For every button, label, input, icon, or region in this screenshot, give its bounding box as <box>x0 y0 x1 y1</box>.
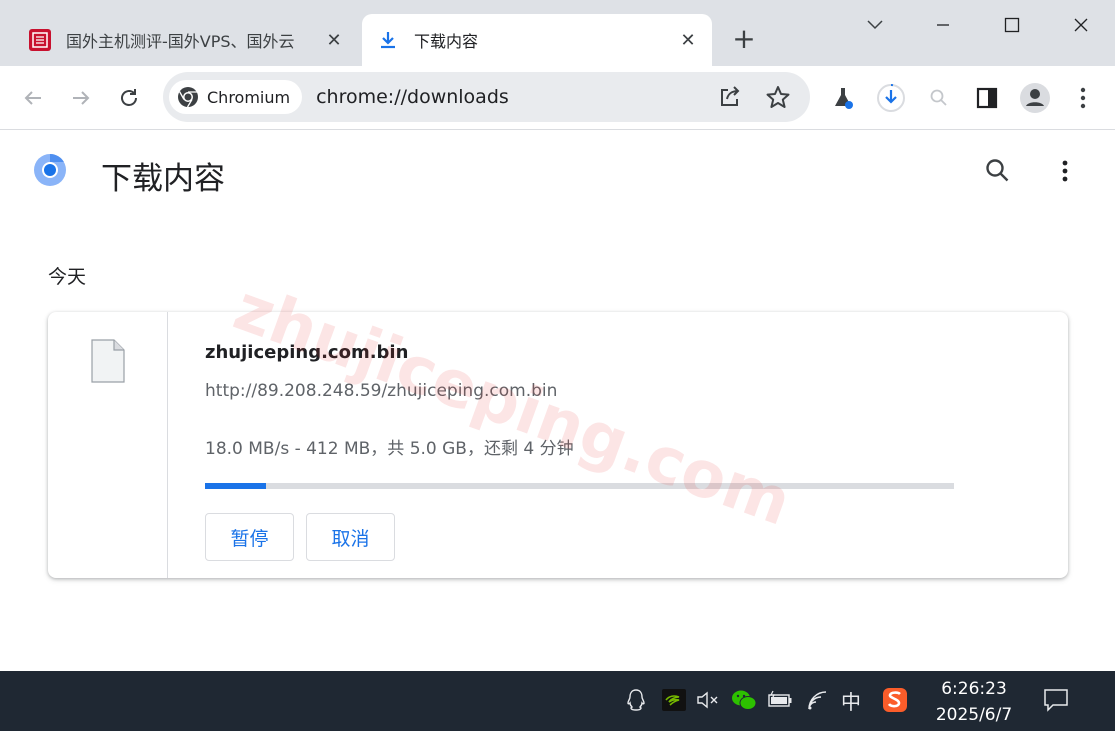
close-icon[interactable]: ✕ <box>674 26 702 54</box>
clock[interactable]: 6:26:23 2025/6/7 <box>930 676 1018 728</box>
browser-menu-icon[interactable] <box>1067 82 1099 114</box>
page-title: 下载内容 <box>101 161 225 197</box>
taskbar: 中 6:26:23 2025/6/7 <box>0 671 1115 731</box>
ime-indicator[interactable]: 中 <box>836 685 866 715</box>
close-window-button[interactable] <box>1066 10 1096 40</box>
profile-avatar-icon[interactable] <box>1019 82 1051 114</box>
new-tab-button[interactable]: + <box>728 24 760 56</box>
share-icon[interactable] <box>714 81 746 113</box>
wechat-icon[interactable] <box>729 685 759 715</box>
clock-time: 6:26:23 <box>941 679 1007 699</box>
wifi-icon[interactable] <box>803 685 833 715</box>
file-icon <box>91 339 125 383</box>
tab-downloads[interactable]: 下载内容 ✕ <box>362 14 712 66</box>
chromium-icon <box>178 87 198 108</box>
labs-flask-icon[interactable] <box>827 82 859 114</box>
reload-button[interactable] <box>113 82 145 114</box>
tab-title: 国外主机测评-国外VPS、国外云 <box>66 32 295 51</box>
maximize-button[interactable] <box>997 10 1027 40</box>
file-icon-column <box>48 312 168 578</box>
bookmark-star-icon[interactable] <box>762 81 794 113</box>
downloads-page: 下载内容 今天 zhujiceping.com.bin http://89.20… <box>0 131 1115 671</box>
download-icon <box>376 28 400 52</box>
qq-icon[interactable] <box>621 685 651 715</box>
toolbar: Chromium chrome://downloads <box>0 66 1115 130</box>
site-logo-icon <box>28 28 52 52</box>
downloads-button[interactable] <box>875 82 907 114</box>
chromium-logo-icon <box>34 153 66 186</box>
tab-zhujiceping[interactable]: 国外主机测评-国外VPS、国外云 ✕ <box>14 14 358 66</box>
sogou-input-icon[interactable] <box>880 685 910 715</box>
back-button[interactable] <box>17 82 49 114</box>
tab-strip: 国外主机测评-国外VPS、国外云 ✕ 下载内容 ✕ + <box>0 0 1115 66</box>
close-icon[interactable]: ✕ <box>320 26 348 54</box>
battery-charging-icon[interactable] <box>765 685 795 715</box>
clock-date: 2025/6/7 <box>935 705 1013 725</box>
nvidia-icon[interactable] <box>659 685 689 715</box>
progress-bar <box>205 483 954 489</box>
date-heading: 今天 <box>48 266 87 288</box>
tab-title: 下载内容 <box>414 32 479 51</box>
url-text[interactable]: chrome://downloads <box>316 86 714 108</box>
notification-icon[interactable] <box>1041 685 1071 715</box>
minimize-button[interactable] <box>928 10 958 40</box>
search-icon[interactable] <box>984 157 1012 185</box>
page-menu-icon[interactable] <box>1052 157 1078 185</box>
side-panel-icon[interactable] <box>971 82 1003 114</box>
zoom-search-icon[interactable] <box>923 82 955 114</box>
site-chip[interactable]: Chromium <box>169 80 303 114</box>
forward-button[interactable] <box>65 82 97 114</box>
chip-label: Chromium <box>207 87 291 107</box>
pause-button[interactable]: 暂停 <box>205 513 294 561</box>
cancel-button[interactable]: 取消 <box>306 513 395 561</box>
address-bar[interactable]: Chromium chrome://downloads <box>163 72 810 122</box>
volume-muted-icon[interactable] <box>693 685 723 715</box>
progress-fill <box>205 483 267 489</box>
tab-search-icon[interactable] <box>860 10 890 40</box>
